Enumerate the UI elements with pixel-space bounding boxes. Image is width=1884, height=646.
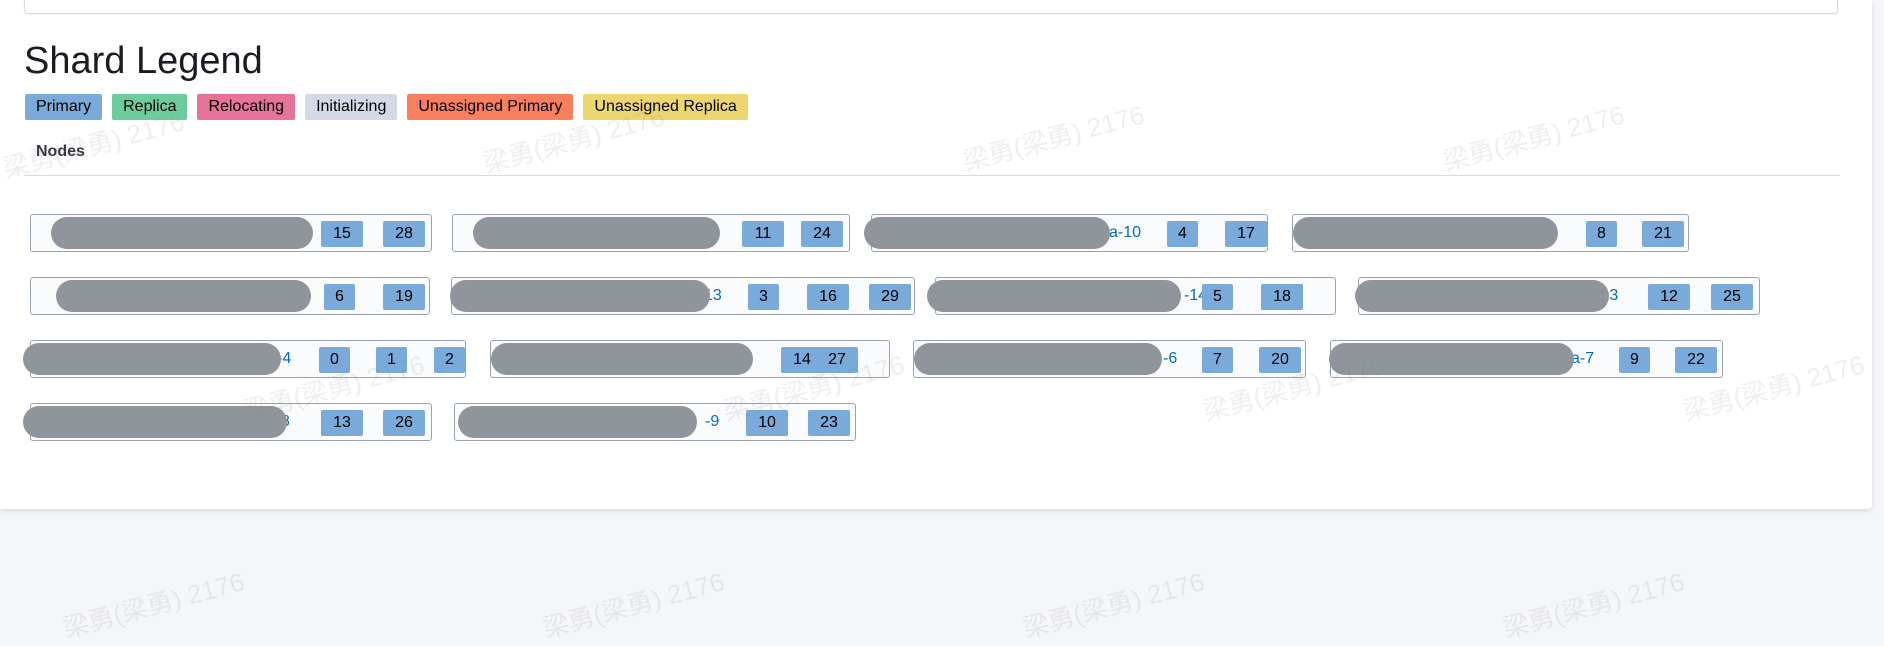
redacted-node-name [473,217,720,249]
node-card: -14 5 18 [927,277,1336,315]
shard-primary-badge: 0 [319,347,350,373]
shard-primary-badge: 1 [376,347,407,373]
shard-allocation-panel: Shard Legend Primary Replica Relocating … [0,0,1872,509]
legend-relocating: Relocating [197,94,296,120]
nodes-divider [24,175,1840,176]
redacted-node-name [927,280,1181,312]
nodes-label: Nodes [36,143,85,160]
shard-primary-badge: 13 [321,410,363,436]
legend-initializing: Initializing [305,94,398,120]
shard-primary-badge: 22 [1675,347,1717,373]
redacted-node-name [864,217,1110,249]
shard-primary-badge: 27 [816,347,858,373]
shard-primary-badge: 17 [1225,221,1267,247]
legend-replica: Replica [112,94,188,120]
shard-primary-badge: 18 [1261,284,1303,310]
shard-primary-badge: 23 [808,410,850,436]
redacted-node-name [23,343,281,375]
shard-primary-badge: 19 [383,284,425,310]
node-card: a-11124 [452,214,850,252]
redacted-node-name [51,217,313,249]
shard-primary-badge: 25 [1711,284,1753,310]
node-card: -9 10 23 [454,403,856,441]
node-card: -3 12 25 [1355,277,1760,315]
shard-primary-badge: 4 [1167,221,1198,247]
legend-primary: Primary [25,94,103,120]
redacted-node-name [491,343,753,375]
shard-primary-badge: 26 [383,410,425,436]
shard-legend: Primary Replica Relocating Initializing … [25,94,748,120]
node-card: -4 0 1 2 [23,340,466,378]
redacted-node-name [1293,217,1558,249]
redacted-node-name [1355,280,1609,312]
node-card: 13 3 16 29 [450,277,915,315]
previous-section-card [24,0,1838,14]
shard-primary-badge: 28 [383,221,425,247]
legend-unassigned-primary: Unassigned Primary [407,94,574,120]
watermark: 梁勇(梁勇) 2176 [1499,566,1688,644]
shard-primary-badge: 7 [1202,347,1233,373]
node-name-link[interactable]: -6 [1163,350,1177,368]
node-name-link[interactable]: -9 [705,413,719,431]
shard-primary-badge: 12 [1648,284,1690,310]
shard-primary-badge: 21 [1642,221,1684,247]
shard-legend-title: Shard Legend [24,40,263,82]
node-card: 8 21 [1292,214,1689,252]
shard-primary-badge: 5 [1202,284,1233,310]
shard-primary-badge: 9 [1619,347,1650,373]
shard-primary-badge: 8 [1586,221,1617,247]
node-card: a-10 4 17 [864,214,1268,252]
redacted-node-name [56,280,311,312]
node-card: 81326 [23,403,432,441]
node-card: a-7 9 22 [1329,340,1723,378]
watermark: 梁勇(梁勇) 2176 [959,99,1148,177]
node-card: -6 7 20 [913,340,1306,378]
redacted-node-name [23,406,287,438]
watermark: 梁勇(梁勇) 2176 [539,566,728,644]
redacted-node-name [1329,343,1574,375]
node-card: 51427 [490,340,890,378]
legend-unassigned-replica: Unassigned Replica [583,94,748,120]
shard-primary-badge: 11 [742,221,784,247]
watermark: 梁勇(梁勇) 2176 [59,566,248,644]
shard-primary-badge: 16 [807,284,849,310]
shard-primary-badge: 2 [434,347,465,373]
watermark: 梁勇(梁勇) 2176 [1019,566,1208,644]
shard-primary-badge: 20 [1259,347,1301,373]
node-card: 01528 [30,214,432,252]
redacted-node-name [450,280,710,312]
shard-primary-badge: 15 [321,221,363,247]
redacted-node-name [914,343,1162,375]
watermark: 梁勇(梁勇) 2176 [1439,99,1628,177]
node-name-link[interactable]: a-7 [1571,350,1594,368]
node-card: -12619 [30,277,430,315]
node-name-link[interactable]: a-10 [1109,224,1141,242]
shard-primary-badge: 29 [869,284,911,310]
redacted-node-name [458,406,697,438]
shard-primary-badge: 10 [746,410,788,436]
shard-primary-badge: 24 [801,221,843,247]
shard-primary-badge: 6 [324,284,355,310]
shard-primary-badge: 3 [748,284,779,310]
